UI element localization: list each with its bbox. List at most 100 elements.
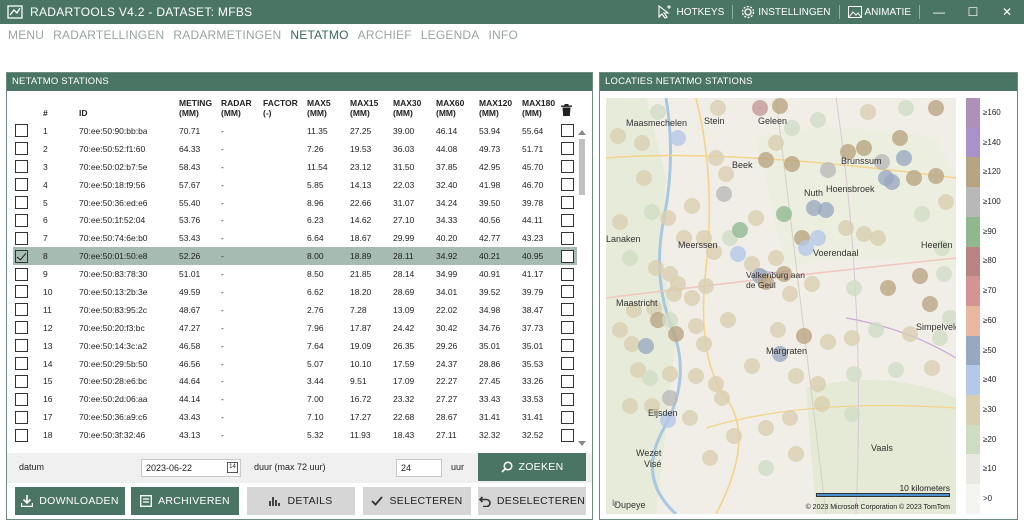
station-marker[interactable] — [752, 100, 768, 116]
station-marker[interactable] — [844, 406, 860, 422]
row-delete-checkbox[interactable] — [561, 410, 574, 424]
table-row[interactable]: 15 70:ee:50:28:e6:bc 44.64 - 3.44 9.51 17.09 22… — [13, 372, 577, 390]
station-marker[interactable] — [714, 390, 730, 406]
station-marker[interactable] — [768, 250, 784, 266]
row-delete-checkbox[interactable] — [561, 339, 574, 353]
station-marker[interactable] — [818, 202, 834, 218]
station-marker[interactable] — [856, 140, 872, 156]
row-delete-checkbox[interactable] — [561, 428, 574, 442]
menu-item-legenda[interactable]: LEGENDA — [421, 28, 480, 42]
row-checkbox[interactable] — [15, 392, 28, 406]
station-marker[interactable] — [928, 100, 944, 116]
row-delete-checkbox[interactable] — [561, 267, 574, 281]
station-marker[interactable] — [610, 128, 626, 144]
station-marker[interactable] — [710, 100, 726, 116]
station-marker[interactable] — [682, 410, 698, 426]
table-row[interactable]: 8 70:ee:50:01:50:e8 52.26- 8.00 18.89 28.11 34… — [13, 247, 577, 266]
station-marker[interactable] — [782, 410, 798, 426]
row-checkbox[interactable] — [15, 410, 28, 424]
station-marker[interactable] — [784, 156, 800, 172]
row-checkbox[interactable] — [15, 196, 28, 209]
menu-item-radarmetingen[interactable]: RADARMETINGEN — [173, 28, 281, 42]
maximize-button[interactable]: ☐ — [956, 0, 990, 24]
station-marker[interactable] — [914, 206, 930, 222]
row-delete-checkbox[interactable] — [561, 374, 574, 388]
station-marker[interactable] — [884, 174, 900, 190]
search-button[interactable]: ZOEKEN — [478, 453, 586, 481]
scroll-up-icon[interactable] — [578, 130, 586, 135]
station-marker[interactable] — [838, 220, 854, 236]
menu-item-archief[interactable]: ARCHIEF — [358, 28, 412, 42]
table-row[interactable]: 12 70:ee:50:20:f3:bc 47.27 - 7.96 17.87 24.42 3… — [13, 319, 577, 337]
station-map[interactable]: Maasmechelen Stein Geleen Beek Brunssum Nuth H… — [606, 98, 956, 514]
station-marker[interactable] — [772, 98, 788, 114]
station-marker[interactable] — [684, 198, 700, 214]
station-marker[interactable] — [730, 246, 746, 262]
station-marker[interactable] — [870, 230, 886, 246]
station-marker[interactable] — [748, 210, 764, 226]
table-row[interactable]: 14 70:ee:50:29:5b:50 46.56 - 5.07 10.10 17.59 2… — [13, 355, 577, 373]
station-marker[interactable] — [770, 322, 786, 338]
table-row[interactable]: 4 70:ee:50:18:f9:56 57.67 - 5.85 14.13 22.03 32… — [13, 176, 577, 194]
row-checkbox[interactable] — [15, 303, 28, 317]
station-marker[interactable] — [726, 428, 742, 444]
station-marker[interactable] — [846, 366, 862, 382]
station-marker[interactable] — [810, 112, 826, 128]
select-button[interactable]: SELECTEREN — [363, 487, 471, 515]
row-delete-checkbox[interactable] — [561, 303, 574, 317]
deselect-button[interactable]: DESELECTEREN — [478, 487, 586, 515]
table-row[interactable]: 7 70:ee:50:74:6e:b0 53.43 - 6.64 18.67 29.99 40… — [13, 229, 577, 247]
station-marker[interactable] — [688, 318, 704, 334]
table-row[interactable]: 6 70:ee:50:1f:52:04 53.76 - 6.23 14.62 27.10 34… — [13, 211, 577, 229]
station-marker[interactable] — [708, 150, 724, 166]
minimize-button[interactable]: — — [922, 0, 956, 24]
station-marker[interactable] — [688, 368, 704, 384]
station-marker[interactable] — [698, 278, 714, 294]
station-marker[interactable] — [810, 230, 826, 246]
row-checkbox[interactable] — [15, 142, 28, 156]
table-scrollbar[interactable] — [577, 129, 587, 447]
station-marker[interactable] — [788, 368, 804, 384]
row-checkbox[interactable] — [15, 267, 28, 281]
station-marker[interactable] — [846, 280, 862, 296]
station-marker[interactable] — [844, 330, 860, 346]
station-marker[interactable] — [622, 398, 638, 414]
table-row[interactable]: 1 70:ee:50:90:bb:ba 70.71 - 11.35 27.25 39.00 4… — [13, 122, 577, 140]
station-marker[interactable] — [898, 100, 914, 116]
station-marker[interactable] — [662, 390, 678, 406]
station-marker[interactable] — [936, 266, 952, 282]
station-marker[interactable] — [768, 135, 784, 151]
station-marker[interactable] — [720, 312, 736, 328]
station-marker[interactable] — [642, 370, 658, 386]
row-delete-checkbox[interactable] — [561, 196, 574, 209]
duration-input[interactable]: 24 — [396, 459, 442, 477]
station-marker[interactable] — [860, 104, 876, 120]
table-row[interactable]: 3 70:ee:50:02:b7:5e 58.43 - 11.54 23.12 31.50 3… — [13, 158, 577, 176]
station-marker[interactable] — [776, 206, 792, 222]
station-marker[interactable] — [814, 396, 830, 412]
row-checkbox[interactable] — [15, 285, 28, 299]
station-marker[interactable] — [924, 360, 940, 376]
row-checkbox[interactable] — [15, 374, 28, 388]
row-checkbox[interactable] — [15, 339, 28, 353]
station-marker[interactable] — [906, 170, 922, 186]
row-delete-checkbox[interactable] — [561, 321, 574, 335]
station-marker[interactable] — [660, 210, 676, 226]
station-marker[interactable] — [758, 460, 774, 476]
station-marker[interactable] — [634, 135, 650, 151]
archive-button[interactable]: ARCHIVEREN — [131, 487, 239, 515]
station-marker[interactable] — [702, 450, 718, 466]
station-marker[interactable] — [820, 162, 836, 178]
settings-button[interactable]: INSTELLINGEN — [735, 0, 836, 24]
scroll-thumb[interactable] — [579, 139, 585, 195]
station-marker[interactable] — [788, 446, 804, 462]
row-delete-checkbox[interactable] — [561, 142, 574, 156]
trash-icon[interactable] — [559, 98, 577, 122]
station-marker[interactable] — [638, 338, 654, 354]
station-marker[interactable] — [684, 290, 700, 306]
details-button[interactable]: DETAILS — [247, 487, 355, 515]
row-checkbox[interactable] — [15, 357, 28, 371]
station-marker[interactable] — [880, 280, 896, 296]
hotkeys-button[interactable]: HOTKEYS — [651, 0, 730, 24]
scroll-down-icon[interactable] — [578, 441, 586, 446]
